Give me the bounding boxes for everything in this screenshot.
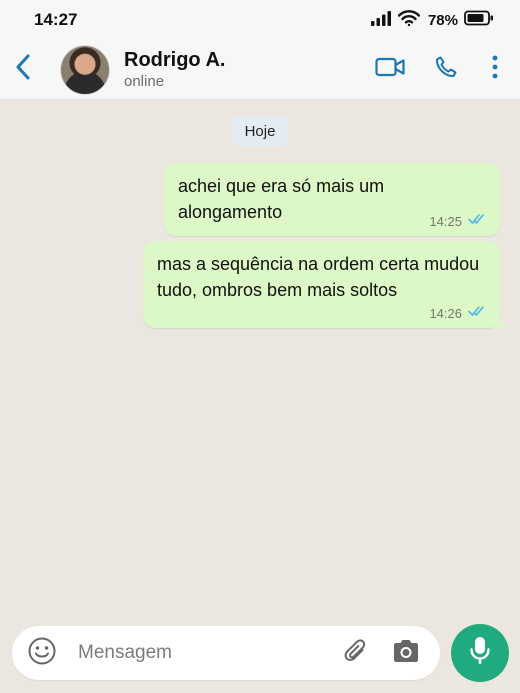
header-actions (362, 40, 520, 100)
message-bubble-outgoing[interactable]: mas a sequência na ordem certa mudou tud… (143, 241, 500, 328)
chat-header: Rodrigo A. online (0, 40, 520, 100)
message-bubble-outgoing[interactable]: achei que era só mais um alongamento 14:… (164, 163, 500, 236)
back-button[interactable] (0, 40, 46, 100)
message-meta: 14:26 (429, 304, 488, 322)
attach-button[interactable] (334, 637, 378, 670)
message-input[interactable] (78, 642, 318, 664)
camera-icon (391, 638, 421, 669)
message-time: 14:26 (429, 305, 462, 321)
status-bar: 14:27 78% (0, 0, 520, 40)
chat-area[interactable]: Hoje achei que era só mais um alongament… (0, 101, 520, 619)
double-check-icon (468, 212, 488, 230)
contact-status: online (124, 72, 165, 90)
more-options-button[interactable] (474, 40, 516, 100)
composer-bar (0, 619, 520, 693)
more-vert-icon (492, 55, 498, 84)
double-check-icon (468, 304, 488, 322)
contact-name: Rodrigo A. (124, 48, 226, 71)
signal-icon (370, 10, 392, 31)
message-meta: 14:25 (429, 212, 488, 230)
battery-percent: 78% (427, 11, 458, 29)
phone-icon (434, 55, 458, 84)
camera-button[interactable] (378, 638, 434, 669)
video-call-icon (375, 57, 405, 82)
video-call-button[interactable] (362, 40, 418, 100)
wifi-icon (397, 9, 421, 31)
emoji-icon (27, 636, 57, 671)
attach-icon (342, 637, 370, 670)
avatar[interactable] (60, 44, 110, 95)
message-text: mas a sequência na ordem certa mudou tud… (157, 254, 480, 300)
battery-icon (464, 10, 494, 31)
back-arrow-icon (15, 54, 31, 85)
contact-info[interactable]: Rodrigo A. online (124, 48, 225, 92)
date-chip: Hoje (232, 116, 288, 146)
message-time: 14:25 (429, 213, 462, 229)
composer-pill (12, 626, 440, 680)
emoji-button[interactable] (14, 636, 70, 671)
voice-call-button[interactable] (418, 40, 474, 100)
status-time: 14:27 (34, 10, 78, 29)
mic-icon (469, 636, 491, 671)
status-indicators: 78% (370, 9, 494, 31)
voice-message-button[interactable] (451, 624, 509, 682)
